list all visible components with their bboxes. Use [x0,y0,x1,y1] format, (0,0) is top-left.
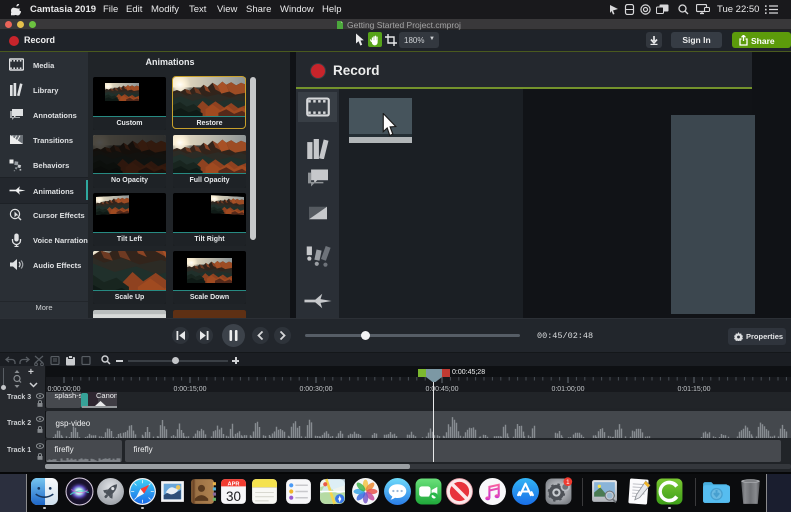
svg-text:30: 30 [226,488,241,503]
svg-text:APR: APR [227,481,239,487]
svg-text:1: 1 [566,478,570,485]
